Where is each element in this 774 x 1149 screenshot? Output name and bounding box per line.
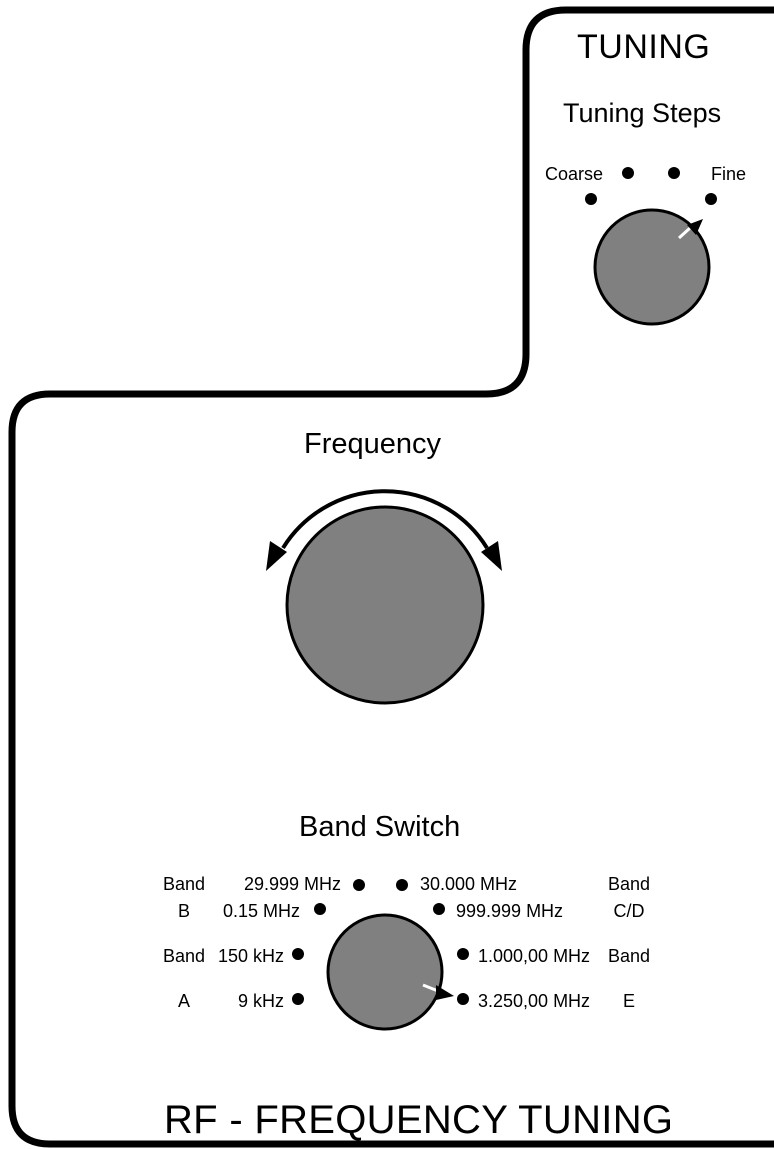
band-position-label: 3.250,00 MHz <box>478 991 591 1011</box>
band-dot-9khz[interactable] <box>292 993 304 1005</box>
step-dot-fine[interactable] <box>705 193 717 205</box>
band-b-letter: B <box>177 901 190 921</box>
step-dot-2[interactable] <box>622 167 634 179</box>
band-cd-letter: C/D <box>613 901 645 921</box>
band-position-label: 30.000 MHz <box>420 874 518 894</box>
band-a-word: Band <box>162 946 206 966</box>
band-position-label: 9 kHz <box>237 991 284 1011</box>
fine-label: Fine <box>711 164 747 184</box>
band-dot-325000mhz[interactable] <box>457 993 469 1005</box>
band-dot-999999mhz[interactable] <box>433 903 445 915</box>
band-position-label: 29.999 MHz <box>243 874 341 894</box>
frequency-title: Frequency <box>304 428 442 460</box>
band-position-label: 150 kHz <box>217 946 284 966</box>
band-dot-015mhz[interactable] <box>314 903 326 915</box>
frequency-knob[interactable] <box>285 505 485 705</box>
band-a-letter: A <box>177 991 190 1011</box>
step-dot-3[interactable] <box>668 167 680 179</box>
band-e-word: Band <box>607 946 651 966</box>
band-e-letter: E <box>622 991 635 1011</box>
tuning-steps-dots <box>585 167 717 205</box>
band-dot-150khz[interactable] <box>292 948 304 960</box>
band-dot-100000mhz[interactable] <box>457 948 469 960</box>
band-position-label: 0.15 MHz <box>222 901 300 921</box>
coarse-label: Coarse <box>545 164 604 184</box>
band-cd-word: Band <box>607 874 651 894</box>
band-position-label: 999.999 MHz <box>456 901 564 921</box>
band-knob-arrowhead <box>436 985 454 1000</box>
tuning-section-title: TUNING <box>577 28 711 66</box>
band-dot-30000mhz[interactable] <box>396 879 408 891</box>
band-switch-title: Band Switch <box>299 811 461 843</box>
band-b-word: Band <box>162 874 206 894</box>
band-dot-29999mhz[interactable] <box>353 879 365 891</box>
band-switch-knob[interactable] <box>326 913 454 1031</box>
tuning-steps-title: Tuning Steps <box>563 98 722 128</box>
panel-footer-title: RF - FREQUENCY TUNING <box>164 1098 674 1142</box>
band-position-label: 1.000,00 MHz <box>478 946 591 966</box>
tuning-steps-knob[interactable] <box>593 208 711 326</box>
control-panel <box>8 6 774 1148</box>
step-dot-coarse[interactable] <box>585 193 597 205</box>
